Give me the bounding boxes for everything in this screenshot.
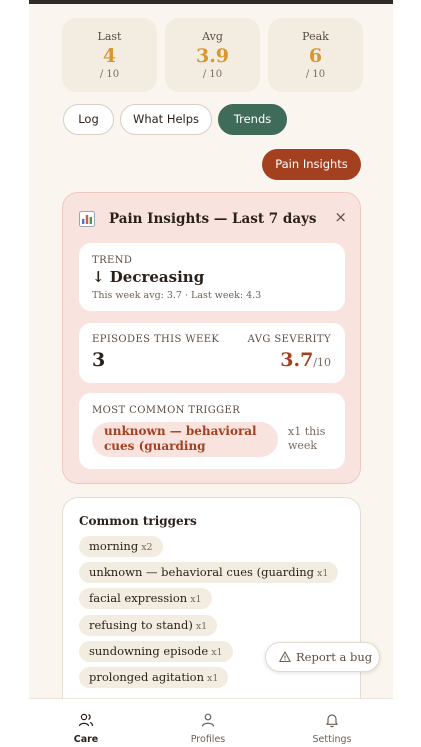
trigger-chip-count: x1 [190, 594, 202, 605]
stat-label: Avg [202, 30, 223, 43]
episodes-value: 3 [92, 349, 106, 371]
nav-settings[interactable]: Settings [287, 699, 377, 747]
trend-caption: TREND [92, 255, 133, 266]
trigger-chip: sundowning episode x1 [79, 641, 233, 662]
severity-denominator: /10 [313, 356, 331, 369]
episodes-caption: EPISODES THIS WEEK [92, 334, 220, 345]
trigger-chip-label: refusing to stand) [89, 618, 193, 632]
episodes-card: EPISODES THIS WEEK AVG SEVERITY 3 3.7/10 [79, 323, 345, 383]
panel-title: Pain Insights — Last 7 days [109, 211, 317, 227]
users-icon [78, 713, 94, 727]
trend-card: TREND ↓ Decreasing This week avg: 3.7 · … [79, 243, 345, 311]
trigger-chip-count: x2 [141, 542, 153, 553]
stat-label: Peak [302, 30, 329, 43]
nav-profiles[interactable]: Profiles [163, 699, 253, 747]
stat-value: 3.9 [195, 45, 230, 67]
trigger-chip-count: x1 [195, 621, 208, 632]
trigger-chip-label: facial expression [89, 591, 188, 605]
trigger-caption: MOST COMMON TRIGGER [92, 405, 241, 416]
trigger-chip-count: x1 [317, 568, 329, 579]
nav-label: Profiles [190, 734, 226, 745]
common-triggers-title: Common triggers [79, 514, 197, 528]
app-screen: Last 4 / 10 Avg 3.9 / 10 Peak 6 / 10 Log… [29, 0, 393, 747]
nav-label: Care [73, 734, 99, 745]
stat-card-last: Last 4 / 10 [62, 18, 157, 92]
bar-chart-icon [79, 211, 95, 227]
trigger-chip-label: unknown — behavioral cues (guarding [89, 565, 315, 579]
top-edge [29, 0, 393, 4]
nav-label: Settings [312, 734, 352, 745]
stat-label: Last [97, 30, 122, 43]
report-bug-button[interactable]: Report a bug [265, 642, 380, 672]
user-icon [201, 713, 215, 727]
trigger-chip: refusing to stand) x1 [79, 615, 218, 636]
trigger-chip-label: morning [89, 539, 139, 553]
tab-log[interactable]: Log [63, 104, 114, 135]
pain-insights-button[interactable]: Pain Insights [262, 149, 361, 180]
warning-triangle-icon [279, 651, 291, 663]
severity-number: 3.7 [280, 349, 314, 371]
stat-value: 4 [102, 45, 117, 67]
tab-what-helps[interactable]: What Helps [120, 104, 212, 135]
close-icon[interactable]: × [334, 208, 347, 226]
common-triggers-card: Common triggers morning x2 unknown — beha… [62, 497, 361, 717]
trend-value: ↓ Decreasing [92, 268, 205, 286]
trigger-chip-count: x1 [206, 673, 219, 684]
trigger-pill: unknown — behavioral cues (guarding [92, 422, 278, 457]
stats-row: Last 4 / 10 Avg 3.9 / 10 Peak 6 / 10 [62, 18, 363, 92]
stat-denominator: / 10 [99, 69, 120, 80]
pain-insights-panel: Pain Insights — Last 7 days × TREND ↓ De… [62, 192, 361, 484]
report-bug-label: Report a bug [296, 650, 373, 664]
stat-value: 6 [308, 45, 323, 67]
panel-header: Pain Insights — Last 7 days × [79, 208, 347, 231]
trend-subtext: This week avg: 3.7 · Last week: 4.3 [92, 290, 262, 301]
trigger-chip-label: sundowning episode [89, 644, 209, 658]
trigger-chip: facial expression x1 [79, 588, 212, 609]
trigger-value-line1: unknown — behavioral [104, 424, 257, 438]
severity-value: 3.7/10 [280, 349, 331, 371]
trigger-count-line1: x1 this [288, 425, 326, 438]
stat-denominator: / 10 [202, 69, 223, 80]
stat-denominator: / 10 [305, 69, 326, 80]
trigger-chip: unknown — behavioral cues (guarding x1 [79, 562, 339, 583]
bell-icon [326, 714, 338, 728]
stat-card-peak: Peak 6 / 10 [268, 18, 363, 92]
trigger-count-line2: week [288, 439, 318, 452]
view-tabs: Log What Helps Trends [63, 104, 363, 136]
trigger-chip-label: prolonged agitation [89, 670, 204, 684]
trigger-count: x1 this week [288, 425, 338, 453]
trigger-chip: morning x2 [79, 536, 163, 557]
bottom-nav: Care Profiles Settings [29, 698, 393, 747]
trigger-card: MOST COMMON TRIGGER unknown — behavioral… [79, 393, 345, 469]
trigger-chip: prolonged agitation x1 [79, 667, 229, 688]
trigger-value-line2: cues (guarding [104, 439, 206, 453]
severity-caption: AVG SEVERITY [247, 334, 331, 345]
tab-trends[interactable]: Trends [218, 104, 287, 135]
trigger-chip-count: x1 [211, 647, 223, 658]
nav-care[interactable]: Care [41, 699, 131, 747]
stat-card-avg: Avg 3.9 / 10 [165, 18, 260, 92]
